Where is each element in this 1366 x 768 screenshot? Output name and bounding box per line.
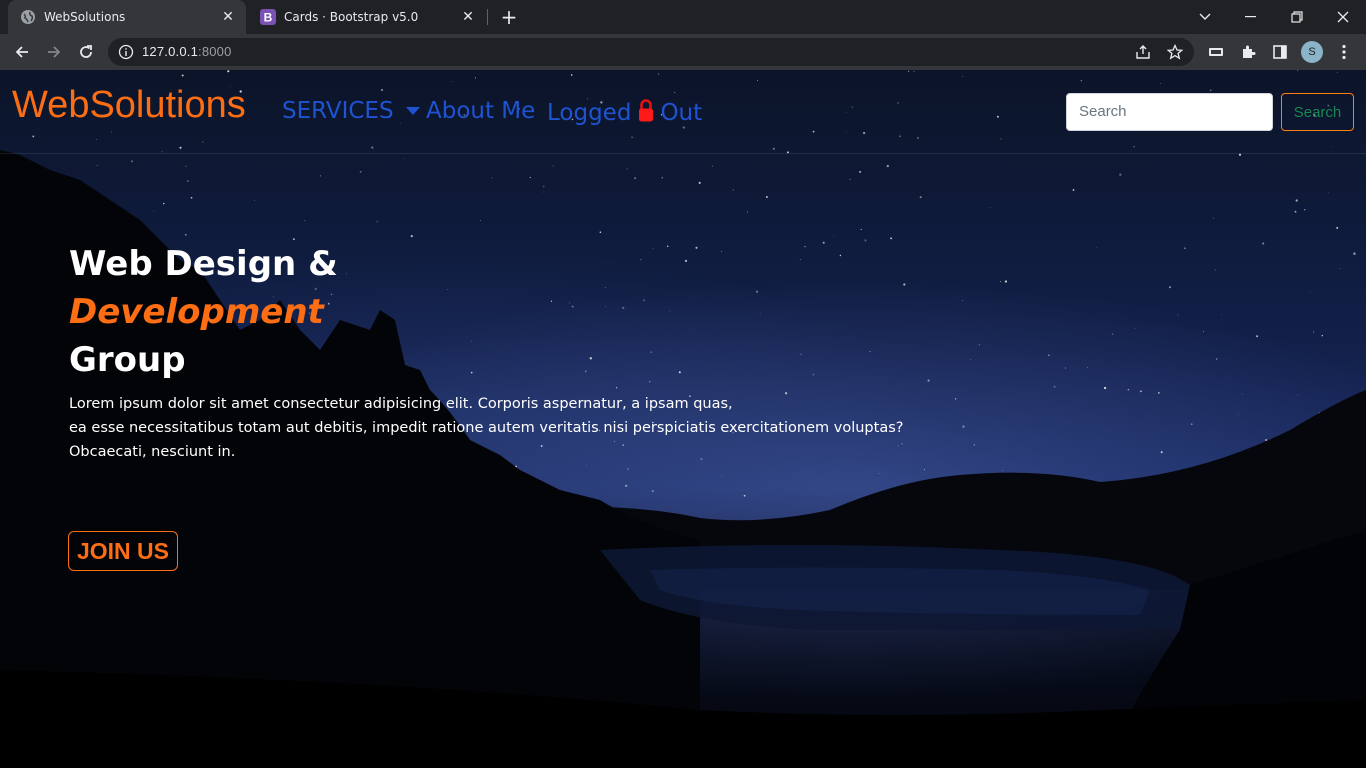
search-input[interactable]: Search [1066, 93, 1273, 131]
profile-avatar[interactable]: S [1301, 41, 1323, 63]
services-label: SERVICES [282, 98, 394, 124]
extensions-icon[interactable] [1238, 42, 1258, 62]
heading-line-3: Group [69, 340, 186, 380]
bookmark-star-icon[interactable] [1166, 43, 1184, 61]
nav-about-me[interactable]: About Me [426, 98, 535, 124]
site-navbar: WebSolutions SERVICES About Me Logged Ou… [0, 70, 1366, 154]
paragraph-line-3: Obcaecati, nesciunt in. [69, 444, 236, 460]
tab-strip: WebSolutions ✕ B Cards · Bootstrap v5.0 … [0, 0, 1366, 34]
nav-logout[interactable]: Logged Out [547, 98, 702, 128]
reload-button[interactable] [72, 38, 100, 66]
brand-logo[interactable]: WebSolutions [12, 84, 246, 127]
share-icon[interactable] [1134, 43, 1152, 61]
restore-button[interactable] [1274, 0, 1320, 34]
lock-icon [638, 98, 654, 128]
join-us-button[interactable]: JOIN US [68, 531, 178, 571]
minimize-button[interactable] [1228, 0, 1274, 34]
paragraph-line-2: ea esse necessitatibus totam aut debitis… [69, 420, 904, 436]
tab-title: WebSolutions [44, 10, 126, 24]
tab-websolutions[interactable]: WebSolutions ✕ [8, 0, 246, 34]
paragraph-line-1: Lorem ipsum dolor sit amet consectetur a… [69, 396, 733, 412]
page-viewport: WebSolutions SERVICES About Me Logged Ou… [0, 70, 1366, 768]
back-button[interactable] [8, 38, 36, 66]
caret-down-icon [405, 107, 420, 115]
heading-line-2: Development [69, 292, 324, 332]
side-panel-icon[interactable] [1270, 42, 1290, 62]
forward-button[interactable] [40, 38, 68, 66]
tab-search-chevron-icon[interactable] [1182, 0, 1228, 34]
svg-text:B: B [264, 11, 273, 25]
close-tab-icon[interactable]: ✕ [218, 7, 238, 27]
bootstrap-icon: B [260, 9, 276, 25]
address-bar[interactable]: 127.0.0.1:8000 [108, 38, 1194, 66]
new-tab-button[interactable]: + [498, 5, 520, 29]
search-button[interactable]: Search [1281, 93, 1354, 131]
out-label: Out [660, 100, 703, 126]
heading-line-1: Web Design & [69, 244, 338, 284]
tab-bootstrap-cards[interactable]: B Cards · Bootstrap v5.0 ✕ [248, 0, 486, 34]
tab-title: Cards · Bootstrap v5.0 [284, 10, 419, 24]
cast-icon[interactable] [1206, 42, 1226, 62]
site-info-icon[interactable] [118, 44, 134, 60]
browser-toolbar: 127.0.0.1:8000 S [0, 34, 1366, 70]
menu-dots-icon[interactable] [1334, 42, 1354, 62]
globe-icon [20, 9, 36, 25]
close-tab-icon[interactable]: ✕ [458, 7, 478, 27]
tab-separator [487, 9, 488, 25]
hero-heading: Web Design & Development Group [69, 240, 338, 384]
logged-label: Logged [547, 100, 632, 126]
hero-paragraph: Lorem ipsum dolor sit amet consectetur a… [69, 392, 904, 464]
nav-services-dropdown[interactable]: SERVICES [282, 98, 420, 124]
url-text: 127.0.0.1:8000 [142, 44, 232, 59]
close-window-button[interactable] [1320, 0, 1366, 34]
